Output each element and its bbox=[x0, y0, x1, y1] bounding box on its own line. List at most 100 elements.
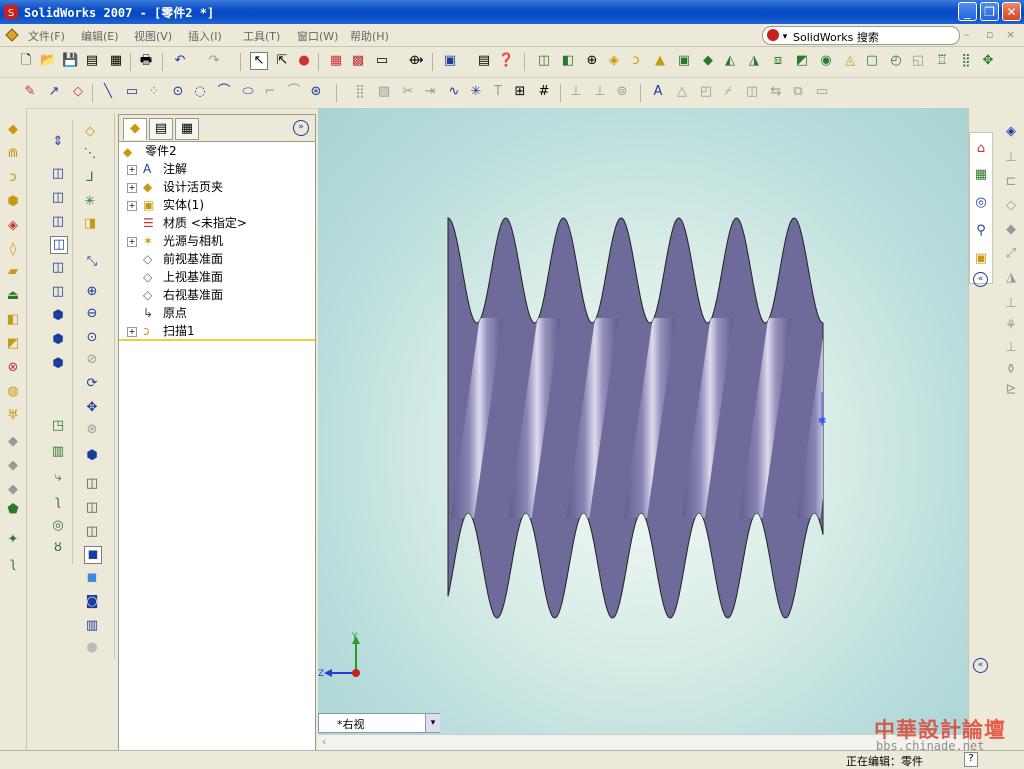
expand-icon[interactable]: + bbox=[127, 237, 137, 247]
miter-flange-icon[interactable]: ◇ bbox=[1003, 198, 1019, 214]
section-view-icon[interactable]: ▥ bbox=[84, 618, 100, 634]
replace-face-icon[interactable]: ◆ bbox=[5, 482, 21, 498]
doc-restore-button[interactable]: ▫ bbox=[986, 28, 993, 41]
bottom-view-icon[interactable]: ◫ bbox=[50, 284, 66, 300]
sketch-point-icon[interactable]: ✳ bbox=[468, 84, 484, 100]
feature-curve-icon[interactable]: ◴ bbox=[888, 53, 904, 69]
sketch-relation-icon[interactable]: ▧ bbox=[376, 84, 392, 100]
feature-draft-icon[interactable]: ⧈ bbox=[770, 53, 786, 69]
weld-bead-icon[interactable]: ⊥ bbox=[1003, 340, 1019, 356]
open-icon[interactable]: 📂 bbox=[40, 53, 56, 69]
rectangle-icon[interactable]: ▭ bbox=[124, 84, 140, 100]
collapse-pane-icon[interactable]: « bbox=[973, 272, 988, 287]
menu-insert[interactable]: 插入(I) bbox=[188, 28, 222, 44]
shell-icon[interactable]: ◧ bbox=[5, 312, 21, 328]
projected-curve-icon[interactable]: ◎ bbox=[50, 518, 66, 534]
feature-cut-icon[interactable]: ◧ bbox=[560, 53, 576, 69]
feature-pattern-icon[interactable]: ◉ bbox=[818, 53, 834, 69]
circle-icon[interactable]: ⊙ bbox=[170, 84, 186, 100]
properties-icon[interactable]: ▤ bbox=[476, 53, 492, 69]
shadows-icon[interactable]: ◙ bbox=[84, 594, 100, 610]
dimension-h-icon[interactable]: ⊥ bbox=[568, 84, 584, 100]
helix-icon[interactable]: ʅ bbox=[5, 556, 21, 572]
options-grid-icon[interactable]: ▦ bbox=[328, 53, 344, 69]
point-icon[interactable]: ⊛ bbox=[308, 84, 324, 100]
delete-face-icon[interactable]: ◆ bbox=[5, 458, 21, 474]
feature-scale-icon[interactable]: ▢ bbox=[864, 53, 880, 69]
align-icon[interactable]: ⟴ bbox=[408, 53, 424, 69]
shaded-with-edges-icon[interactable]: ◼ bbox=[84, 546, 102, 564]
view-palette-icon[interactable]: ▣ bbox=[973, 251, 989, 267]
expand-panel-icon[interactable]: » bbox=[293, 120, 309, 136]
hole-callout-icon[interactable]: ⧉ bbox=[790, 84, 806, 100]
search-box[interactable]: ▾ SolidWorks 搜索 bbox=[762, 26, 960, 45]
feature-shell-icon[interactable]: ▣ bbox=[676, 53, 692, 69]
parabola-icon[interactable]: ⌒ bbox=[286, 84, 302, 100]
sweep-boss-icon[interactable]: ↄ bbox=[5, 170, 21, 186]
select-filter-icon[interactable]: ⇱ bbox=[274, 53, 290, 69]
fillet-sketch-icon[interactable]: ⌐ bbox=[262, 84, 278, 100]
feature-loft-icon[interactable]: ◈ bbox=[606, 53, 622, 69]
front-view-icon[interactable]: ◫ bbox=[50, 166, 66, 182]
feature-grid-icon[interactable]: ⣿ bbox=[958, 53, 974, 69]
doc-min-button[interactable]: – bbox=[964, 28, 970, 41]
rib-icon[interactable]: ◩ bbox=[5, 336, 21, 352]
split-icon[interactable]: ▥ bbox=[50, 444, 66, 460]
right-view-icon[interactable]: ◫ bbox=[50, 236, 68, 254]
loft-boss-icon[interactable]: ⬢ bbox=[5, 194, 21, 210]
normal-to-icon[interactable]: ⇕ bbox=[50, 134, 66, 150]
rotate-view-icon[interactable]: ⟳ bbox=[84, 376, 100, 392]
eraser-icon[interactable]: ◇ bbox=[70, 84, 86, 100]
feature-mirror-icon[interactable]: ◬ bbox=[842, 53, 858, 69]
feature-hole-icon[interactable]: ◩ bbox=[794, 53, 810, 69]
scroll-left-icon[interactable]: ‹ bbox=[322, 735, 326, 748]
tab-featuremanager[interactable]: ◆ bbox=[123, 118, 147, 140]
expand-icon[interactable]: + bbox=[127, 165, 137, 175]
feature-revolve-icon[interactable]: ⊕ bbox=[584, 53, 600, 69]
combine-icon[interactable]: ⬟ bbox=[5, 502, 21, 518]
brick-icon[interactable]: ▩ bbox=[350, 53, 366, 69]
wrap-icon[interactable]: ⊗ bbox=[5, 360, 21, 376]
part-model[interactable]: ✱ bbox=[318, 108, 968, 734]
flatten-icon[interactable]: ⚱ bbox=[1003, 362, 1019, 378]
grid-icon[interactable]: ⣿ bbox=[352, 84, 368, 100]
feature-rib-icon[interactable]: ◆ bbox=[700, 53, 716, 69]
feature-move-icon[interactable]: ✥ bbox=[980, 53, 996, 69]
help-status-button[interactable]: ? bbox=[964, 752, 978, 767]
line-icon[interactable]: ╲ bbox=[100, 84, 116, 100]
cut-revolve-icon[interactable]: ◊ bbox=[5, 242, 21, 258]
redo-icon[interactable]: ↷ bbox=[206, 53, 222, 69]
composite-curve-icon[interactable]: ⤷ bbox=[50, 470, 66, 486]
roll-view-icon[interactable]: ⊛ bbox=[84, 422, 100, 438]
block-icon[interactable]: ▭ bbox=[814, 84, 830, 100]
dimetric-view-icon[interactable]: ⬢ bbox=[50, 356, 66, 372]
plane-ref-icon[interactable]: ◇ bbox=[82, 124, 98, 140]
balloon-icon[interactable]: △ bbox=[674, 84, 690, 100]
base-flange-icon[interactable]: ⊏ bbox=[1003, 174, 1019, 190]
expand-icon[interactable]: + bbox=[127, 183, 137, 193]
mate-ref-icon[interactable]: ◨ bbox=[82, 216, 98, 232]
construction-icon[interactable]: ⊞ bbox=[512, 84, 528, 100]
unfold-icon[interactable]: ⊵ bbox=[1003, 382, 1019, 398]
view-selector[interactable]: *右视 ▾ bbox=[318, 713, 440, 733]
hidden-lines-visible-icon[interactable]: ◫ bbox=[84, 500, 100, 516]
note-icon[interactable]: A bbox=[650, 84, 666, 100]
top-view-icon[interactable]: ◫ bbox=[50, 260, 66, 276]
expand-icon[interactable]: + bbox=[127, 201, 137, 211]
tab-configurationmanager[interactable]: ▦ bbox=[175, 118, 199, 140]
forming-tool-icon[interactable]: ⚘ bbox=[1003, 318, 1019, 334]
tab-propertymanager[interactable]: ▤ bbox=[149, 118, 173, 140]
back-view-icon[interactable]: ◫ bbox=[50, 190, 66, 206]
weld-icon[interactable]: ⌿ bbox=[720, 84, 736, 100]
undo-icon[interactable]: ↶ bbox=[172, 53, 188, 69]
deform-icon[interactable]: ♅ bbox=[5, 408, 21, 424]
menu-help[interactable]: 帮助(H) bbox=[350, 28, 389, 44]
left-view-icon[interactable]: ◫ bbox=[50, 214, 66, 230]
restore-button[interactable]: ❐ bbox=[980, 2, 999, 21]
tolerance-icon[interactable]: ⇆ bbox=[768, 84, 784, 100]
feature-sweep-icon[interactable]: ↄ bbox=[628, 53, 644, 69]
file-explorer-icon[interactable]: ◎ bbox=[973, 195, 989, 211]
zoom-in-out-icon[interactable]: ⊖ bbox=[84, 306, 100, 322]
helix-spiral-icon[interactable]: ȣ bbox=[50, 540, 66, 556]
feature-extrude-icon[interactable]: ◫ bbox=[536, 53, 552, 69]
